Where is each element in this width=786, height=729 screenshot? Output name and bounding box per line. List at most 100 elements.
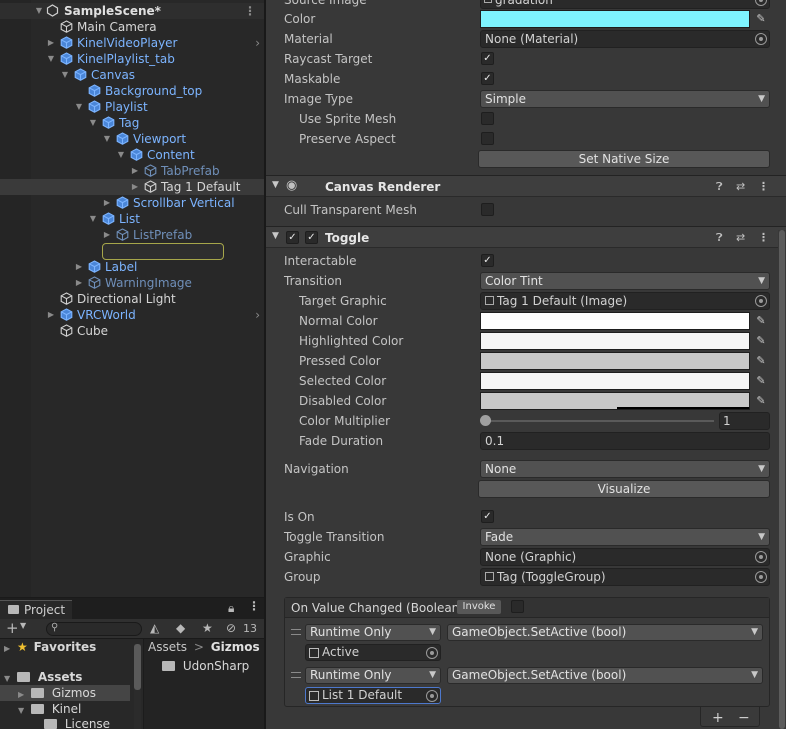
material-field[interactable]: None (Material) <box>480 30 770 48</box>
toggle-transition-dropdown[interactable]: Fade ▼ <box>480 528 770 546</box>
fold-arrow-icon[interactable]: ▼ <box>272 180 279 190</box>
graphic-field[interactable]: None (Graphic) <box>480 548 770 566</box>
hierarchy-item[interactable]: Main Camera <box>0 19 264 35</box>
hierarchy-item[interactable]: ▼ KinelPlaylist_tab <box>0 51 264 67</box>
fold-arrow-expanded-icon[interactable]: ▼ <box>88 211 98 227</box>
hierarchy-item[interactable]: ▶ TabPrefab <box>0 163 264 179</box>
gizmos-fold-arrow[interactable]: ▶ <box>18 690 24 699</box>
fold-arrow-collapsed-icon[interactable]: ▶ <box>102 227 112 243</box>
transition-dropdown[interactable]: Color Tint ▼ <box>480 272 770 290</box>
project-tree-scrollbar[interactable] <box>134 644 141 729</box>
event-checkbox[interactable] <box>511 600 524 613</box>
drag-handle-icon[interactable] <box>291 629 301 635</box>
invoke-button[interactable]: Invoke <box>457 600 501 614</box>
hierarchy-item[interactable]: ▼ Tag <box>0 115 264 131</box>
fold-arrow-expanded-icon[interactable]: ▼ <box>60 67 70 83</box>
license-row[interactable]: License <box>44 716 110 729</box>
fold-arrow-expanded-icon[interactable]: ▼ <box>46 51 56 67</box>
toggle-enabled-checkbox[interactable]: ✓ <box>305 231 318 244</box>
event-1-target-field[interactable]: Active <box>305 644 441 661</box>
eyedropper-icon[interactable]: ✎ <box>754 354 768 368</box>
hierarchy-item[interactable]: ▼ Viewport <box>0 131 264 147</box>
object-picker-icon[interactable] <box>755 0 767 6</box>
target-graphic-field[interactable]: Tag 1 Default (Image) <box>480 292 770 310</box>
fold-arrow-expanded-icon[interactable]: ▼ <box>102 131 112 147</box>
hierarchy-item[interactable]: ▶ ListPrefab <box>0 227 264 243</box>
fold-arrow-expanded-icon[interactable]: ▼ <box>74 99 84 115</box>
help-icon[interactable]: ❓︎ <box>716 179 723 195</box>
component-menu-icon[interactable]: ⋮ <box>758 230 769 246</box>
help-icon[interactable]: ❓︎ <box>716 230 723 246</box>
fade-duration-input[interactable]: 0.1 <box>480 432 770 450</box>
eyedropper-icon[interactable]: ✎ <box>754 394 768 408</box>
create-plus-icon[interactable]: + <box>6 619 19 637</box>
prefab-chevron-right-icon[interactable]: › <box>255 307 260 323</box>
project-search-input[interactable]: ⚲ <box>46 622 142 636</box>
remove-event-button[interactable]: − <box>738 709 750 727</box>
kinel-fold-arrow[interactable]: ▼ <box>18 706 24 715</box>
eyedropper-icon[interactable]: ✎ <box>754 314 768 328</box>
fold-arrow-expanded-icon[interactable]: ▼ <box>88 115 98 131</box>
hierarchy-item[interactable]: ▶ KinelVideoPlayer › <box>0 35 264 51</box>
object-picker-icon[interactable] <box>755 295 767 307</box>
fold-arrow-collapsed-icon[interactable]: ▶ <box>74 275 84 291</box>
event-1-mode-dropdown[interactable]: Runtime Only ▼ <box>305 624 441 641</box>
component-menu-icon[interactable]: ⋮ <box>758 179 769 195</box>
use-sprite-mesh-checkbox[interactable] <box>481 112 494 125</box>
event-1-function-dropdown[interactable]: GameObject.SetActive (bool) ▼ <box>447 624 763 641</box>
selected-color-swatch[interactable] <box>480 372 750 390</box>
presets-icon[interactable]: ⇄ <box>736 179 745 195</box>
canvas-renderer-header[interactable]: ▼ ◉ Canvas Renderer ❓︎ ⇄ ⋮ <box>266 175 786 197</box>
preserve-aspect-checkbox[interactable] <box>481 132 494 145</box>
hierarchy-item[interactable]: ▶ WarningImage <box>0 275 264 291</box>
fold-arrow-collapsed-icon[interactable]: ▶ <box>46 307 56 323</box>
object-picker-icon[interactable] <box>426 647 438 659</box>
fold-arrow-icon[interactable]: ▼ <box>272 231 279 241</box>
color-multiplier-slider-thumb[interactable] <box>480 415 491 426</box>
hierarchy-item[interactable]: Cube <box>0 323 264 339</box>
hierarchy-item[interactable]: ▶ Scrollbar Vertical <box>0 195 264 211</box>
prefab-chevron-right-icon[interactable]: › <box>255 35 260 51</box>
udonsharp-folder-item[interactable]: UdonSharp <box>162 658 249 674</box>
color-multiplier-slider-track[interactable] <box>484 420 714 422</box>
toggle-header[interactable]: ▼ ✓ ✓ Toggle ❓︎ ⇄ ⋮ <box>266 226 786 248</box>
fold-arrow-collapsed-icon[interactable]: ▶ <box>46 35 56 51</box>
color-swatch[interactable] <box>480 10 750 28</box>
hierarchy-item[interactable]: ▼ Playlist <box>0 99 264 115</box>
scrollbar-thumb[interactable] <box>134 644 141 690</box>
object-picker-icon[interactable] <box>755 551 767 563</box>
is-on-checkbox[interactable]: ✓ <box>481 510 494 523</box>
hierarchy-item[interactable]: Background_top <box>0 83 264 99</box>
project-tab[interactable]: Project <box>0 600 72 619</box>
eyedropper-icon[interactable]: ✎ <box>754 334 768 348</box>
favorites-row[interactable]: ▶ ★ Favorites <box>4 639 96 655</box>
object-picker-icon[interactable] <box>755 33 767 45</box>
assets-fold-arrow[interactable]: ▼ <box>4 674 10 683</box>
disabled-color-swatch[interactable] <box>480 392 750 410</box>
set-native-size-button[interactable]: Set Native Size <box>478 150 770 168</box>
presets-icon[interactable]: ⇄ <box>736 230 745 246</box>
hierarchy-item[interactable]: ▼ Canvas <box>0 67 264 83</box>
visualize-button[interactable]: Visualize <box>478 480 770 498</box>
group-field[interactable]: Tag (ToggleGroup) <box>480 568 770 586</box>
pressed-color-swatch[interactable] <box>480 352 750 370</box>
fold-arrow-collapsed-icon[interactable]: ▶ <box>74 259 84 275</box>
event-2-function-dropdown[interactable]: GameObject.SetActive (bool) ▼ <box>447 667 763 684</box>
hidden-packages-icon[interactable]: ⊘ <box>226 621 236 635</box>
scrollbar-thumb[interactable] <box>779 230 785 729</box>
scene-fold-arrow[interactable]: ▼ <box>34 3 44 19</box>
object-picker-icon[interactable] <box>755 571 767 583</box>
gizmos-row[interactable]: ▶ Gizmos <box>0 685 130 701</box>
drag-handle-icon[interactable] <box>291 672 301 678</box>
hierarchy-item[interactable]: ▶ Label <box>0 259 264 275</box>
scene-row[interactable]: ▼ SampleScene* ⋮ <box>0 3 264 19</box>
hierarchy-item[interactable]: Directional Light <box>0 291 264 307</box>
color-multiplier-input[interactable]: 1 <box>719 412 770 430</box>
breadcrumb-assets[interactable]: Assets <box>148 640 187 654</box>
kinel-row[interactable]: ▼ Kinel <box>18 701 81 717</box>
fold-arrow-collapsed-icon[interactable]: ▶ <box>130 179 140 195</box>
add-event-button[interactable]: + <box>712 709 724 727</box>
image-type-dropdown[interactable]: Simple ▼ <box>480 90 770 108</box>
eyedropper-icon[interactable]: ✎ <box>754 12 768 26</box>
highlighted-color-swatch[interactable] <box>480 332 750 350</box>
